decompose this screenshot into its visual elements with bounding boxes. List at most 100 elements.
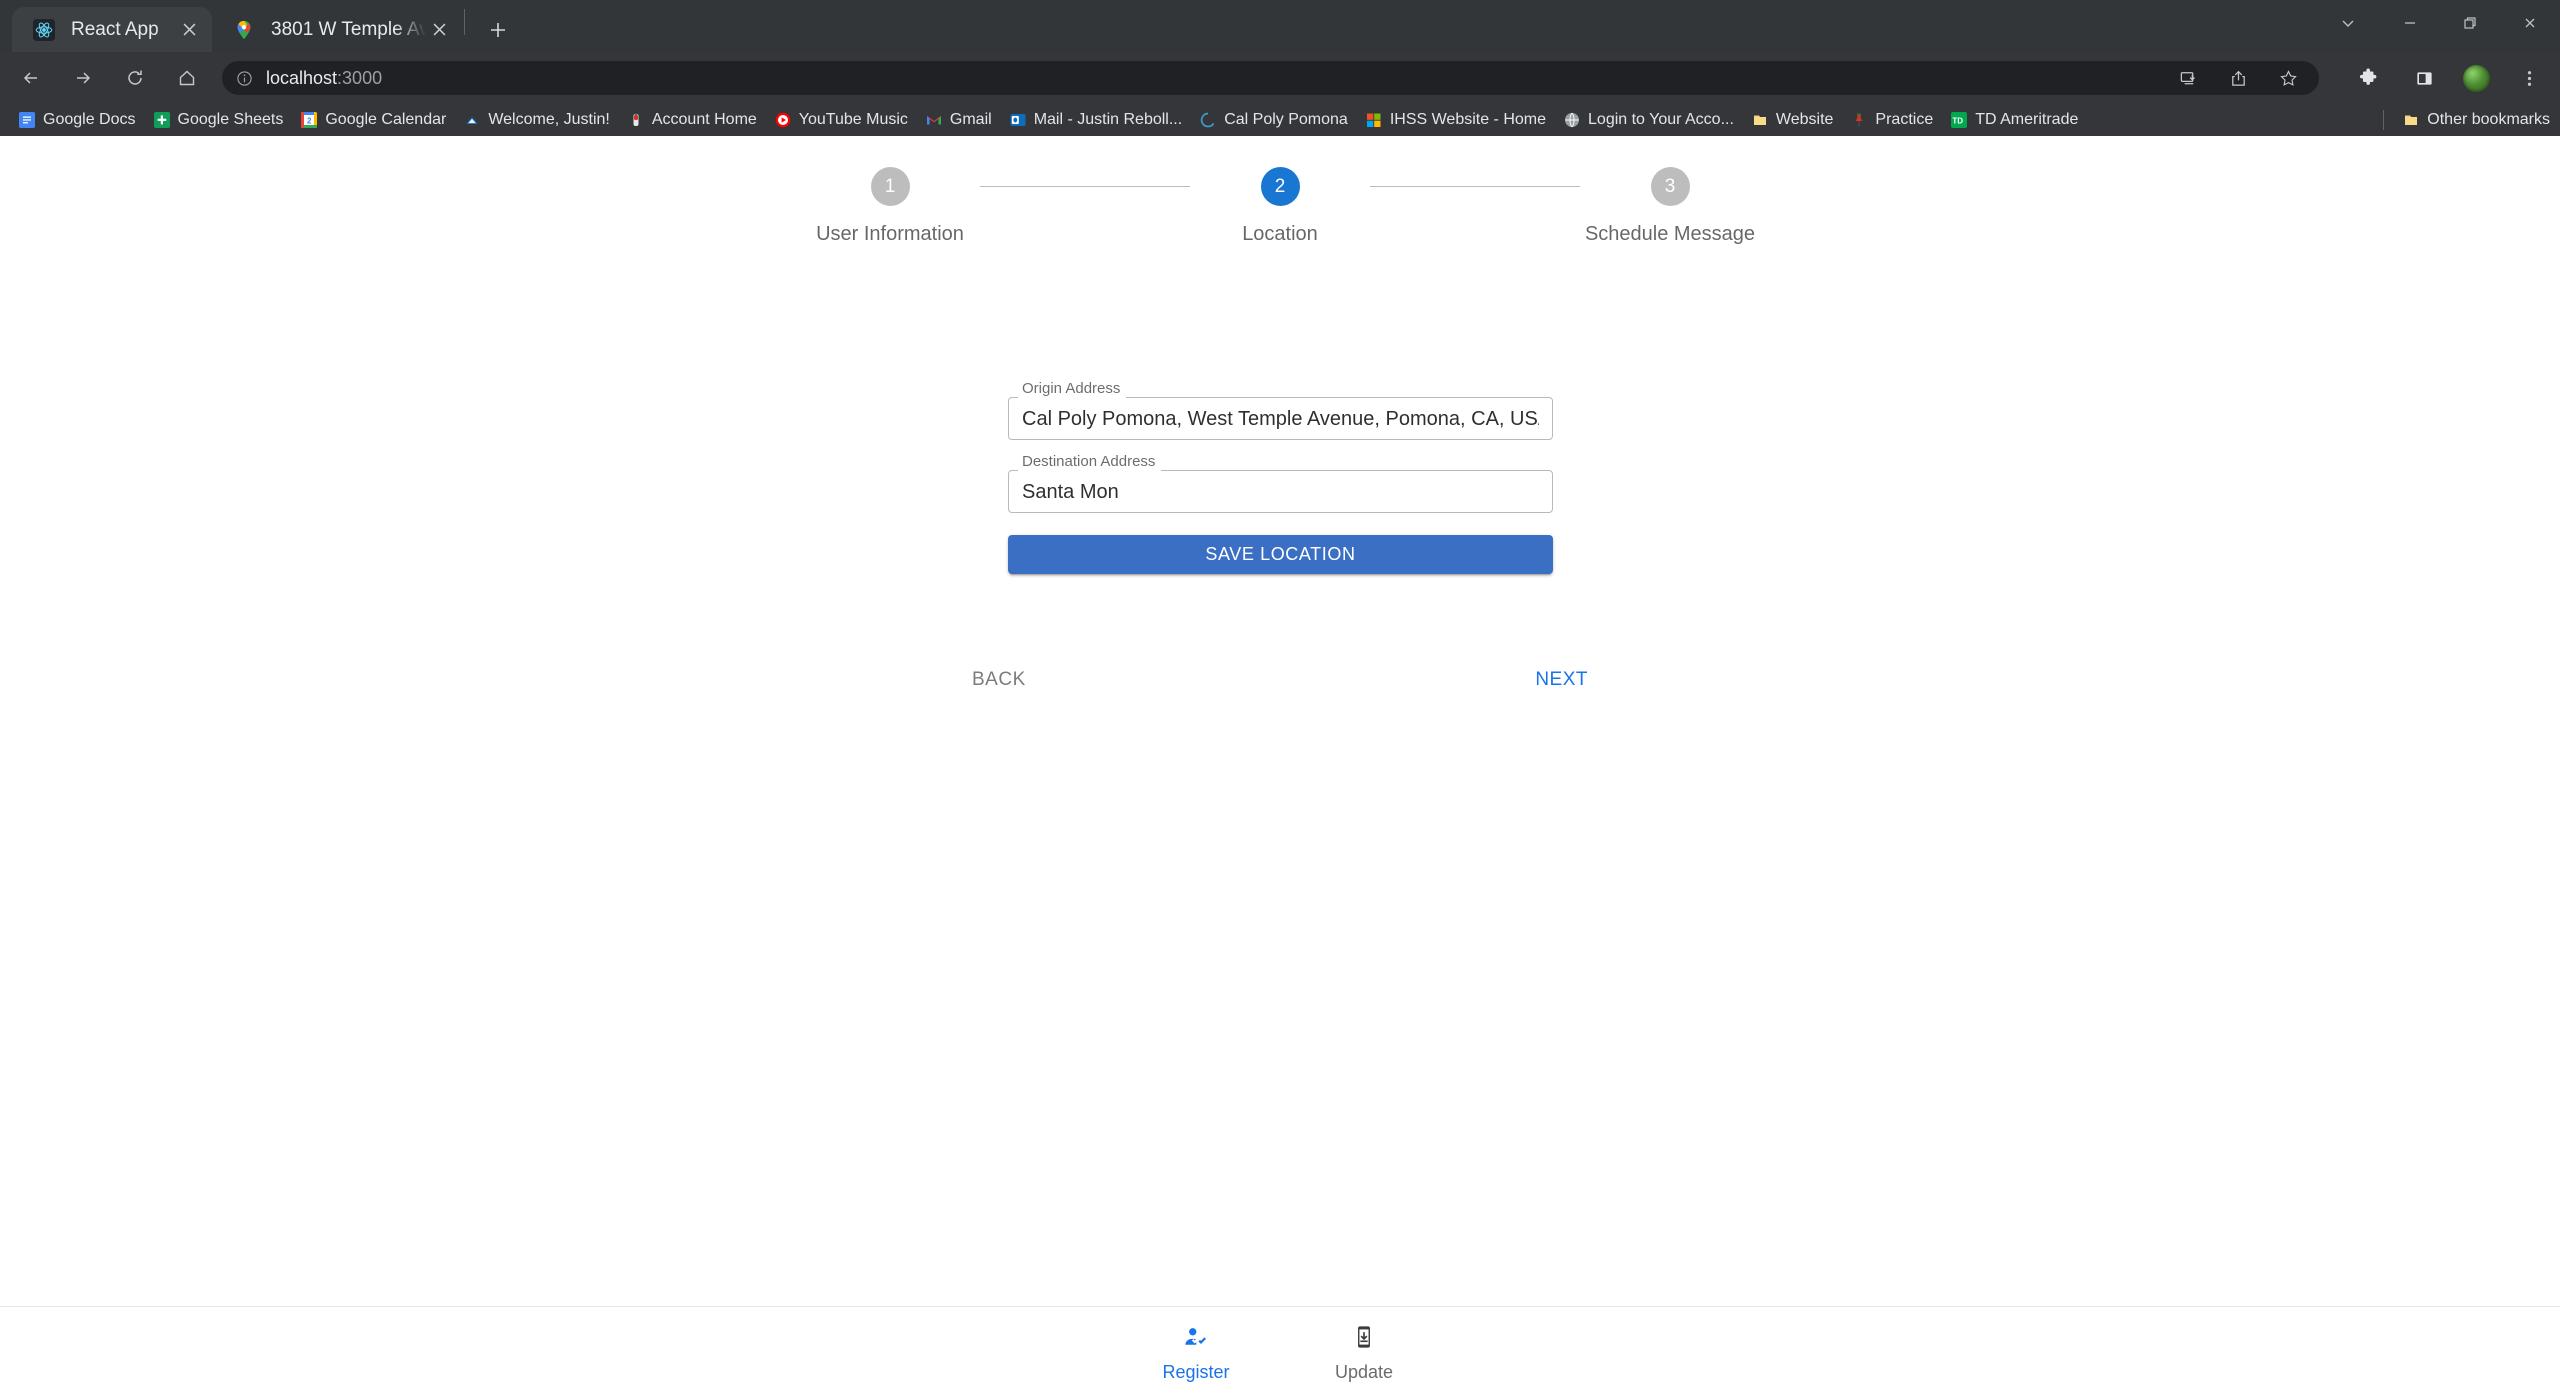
home-icon[interactable] <box>170 61 204 95</box>
stepper: 1 User Information 2 Location 3 Schedule… <box>0 137 2560 246</box>
bookmark-label: Website <box>1775 111 1834 128</box>
tab-separator <box>464 9 465 35</box>
url-host: localhost <box>266 67 338 88</box>
new-tab-button[interactable] <box>475 7 520 52</box>
tab-strip: React App 3801 W Temple Ave, Pomona, CA <box>0 0 2560 52</box>
bookmark-gmail[interactable]: Gmail <box>917 107 1001 133</box>
step-circle: 2 <box>1260 167 1300 206</box>
bottom-navigation: Register Update <box>0 1306 2560 1400</box>
bookmark-cal-poly-pomona[interactable]: Cal Poly Pomona <box>1191 107 1357 133</box>
bookmark-label: IHSS Website - Home <box>1389 111 1547 128</box>
chrome-menu-icon[interactable] <box>2512 61 2546 95</box>
bookmark-google-calendar[interactable]: 2 Google Calendar <box>292 107 455 133</box>
bookmark-label: Mail - Justin Reboll... <box>1033 111 1183 128</box>
bookmark-website-folder[interactable]: Website <box>1743 107 1843 133</box>
bookmark-account-home[interactable]: Account Home <box>619 107 766 133</box>
other-bookmarks-area: Other bookmarks <box>2383 107 2550 133</box>
toolbar-right-actions <box>2329 61 2546 95</box>
svg-text:TD: TD <box>1953 117 1964 126</box>
other-bookmarks-button[interactable]: Other bookmarks <box>2394 107 2550 133</box>
step-location[interactable]: 2 Location <box>1190 167 1370 246</box>
close-icon[interactable] <box>426 17 452 43</box>
td-icon: TD <box>1951 112 1968 128</box>
youtube-music-icon <box>775 112 791 128</box>
bookmark-ihss-website[interactable]: IHSS Website - Home <box>1357 107 1555 133</box>
bookmark-mail-justin[interactable]: Mail - Justin Reboll... <box>1001 107 1192 133</box>
step-label: User Information <box>816 223 964 245</box>
location-form: Origin Address Origin Address Destinatio… <box>1008 379 1553 574</box>
sheets-icon <box>153 112 170 128</box>
globe-icon <box>1564 112 1580 128</box>
forward-icon[interactable] <box>66 61 100 95</box>
url-port: :3000 <box>337 67 383 88</box>
bookmarks-divider <box>2383 110 2385 130</box>
bookmark-welcome-justin[interactable]: Welcome, Justin! <box>455 107 619 133</box>
bottom-nav-update[interactable]: Update <box>1280 1324 1448 1383</box>
extensions-icon[interactable] <box>2351 61 2385 95</box>
bookmark-td-ameritrade[interactable]: TD TD Ameritrade <box>1942 107 2087 133</box>
bookmark-label: Cal Poly Pomona <box>1224 111 1348 128</box>
step-label: Schedule Message <box>1584 223 1756 245</box>
triangle-icon <box>464 112 480 128</box>
bookmark-label: TD Ameritrade <box>1975 111 2079 128</box>
wizard-navigation: BACK NEXT <box>960 661 1600 699</box>
profile-avatar[interactable] <box>2463 64 2490 92</box>
bookmark-label: Google Sheets <box>177 111 284 128</box>
install-app-icon[interactable] <box>2171 61 2205 95</box>
maximize-icon[interactable] <box>2440 0 2500 46</box>
destination-address-label: Destination Address <box>1018 452 1160 472</box>
step-schedule-message[interactable]: 3 Schedule Message <box>1580 167 1760 246</box>
account-icon <box>628 112 644 128</box>
browser-tab-react-app[interactable]: React App <box>12 7 212 52</box>
bookmark-practice[interactable]: Practice <box>1842 107 1942 133</box>
bookmark-google-docs[interactable]: Google Docs <box>10 107 145 133</box>
bookmark-label: Account Home <box>651 111 757 128</box>
close-window-icon[interactable] <box>2500 0 2560 46</box>
origin-address-field[interactable]: Origin Address Origin Address <box>1008 379 1553 440</box>
close-icon[interactable] <box>176 17 202 43</box>
next-button[interactable]: NEXT <box>1523 661 1600 699</box>
bottom-nav-register[interactable]: Register <box>1112 1324 1280 1383</box>
browser-tab-maps[interactable]: 3801 W Temple Ave, Pomona, CA <box>212 7 462 52</box>
bookmark-star-icon[interactable] <box>2271 61 2305 95</box>
docs-icon <box>19 112 35 128</box>
person-check-icon <box>1183 1324 1209 1355</box>
cpp-icon <box>1200 112 1216 128</box>
back-button[interactable]: BACK <box>960 661 1038 699</box>
stepper-row: 1 User Information 2 Location 3 Schedule… <box>800 167 1760 246</box>
step-circle: 1 <box>870 167 910 206</box>
browser-toolbar: localhost:3000 <box>0 52 2560 104</box>
back-icon[interactable] <box>14 61 48 95</box>
step-label: Location <box>1242 223 1318 245</box>
tab-title: React App <box>71 18 159 40</box>
reload-icon[interactable] <box>118 61 152 95</box>
stepper-inner: 1 User Information 2 Location 3 Schedule… <box>800 137 1760 246</box>
bookmark-google-sheets[interactable]: Google Sheets <box>145 107 293 133</box>
calendar-icon: 2 <box>301 112 318 128</box>
bookmark-label: Practice <box>1875 111 1934 128</box>
tab-search-icon[interactable] <box>2316 0 2380 46</box>
step-circle: 3 <box>1650 167 1690 206</box>
bookmark-label: Gmail <box>949 111 992 128</box>
bookmark-label: YouTube Music <box>798 111 908 128</box>
minimize-icon[interactable] <box>2380 0 2440 46</box>
destination-address-field[interactable]: Destination Address Destination Address <box>1008 452 1553 513</box>
windows-icon <box>1366 112 1382 128</box>
bottom-nav-label: Register <box>1162 1362 1230 1382</box>
site-info-icon[interactable] <box>236 70 253 87</box>
bookmark-label: Login to Your Acco... <box>1588 111 1734 128</box>
bookmark-label: Google Docs <box>43 111 136 128</box>
phone-download-icon <box>1351 1324 1377 1355</box>
bookmark-youtube-music[interactable]: YouTube Music <box>766 107 917 133</box>
url-text: localhost:3000 <box>266 68 382 89</box>
tab-title: 3801 W Temple Ave, Pomona, CA <box>271 18 426 40</box>
page-viewport: 1 User Information 2 Location 3 Schedule… <box>0 136 2560 1400</box>
bookmark-login-account[interactable]: Login to Your Acco... <box>1555 107 1743 133</box>
step-user-information[interactable]: 1 User Information <box>800 167 980 246</box>
save-location-button[interactable]: SAVE LOCATION <box>1008 535 1553 574</box>
browser-window: React App 3801 W Temple Ave, Pomona, CA <box>0 0 2560 1400</box>
address-bar[interactable]: localhost:3000 <box>222 61 2319 95</box>
side-panel-icon[interactable] <box>2407 61 2441 95</box>
share-icon[interactable] <box>2221 61 2255 95</box>
origin-address-label: Origin Address <box>1018 379 1125 399</box>
